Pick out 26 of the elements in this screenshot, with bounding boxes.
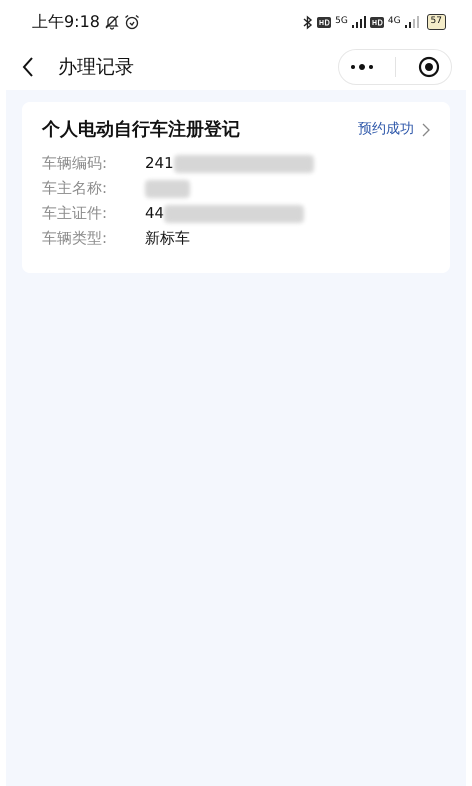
bluetooth-icon [303,14,314,30]
bell-off-icon [104,14,120,30]
field-value: 44 [145,203,164,224]
close-target-icon[interactable] [418,56,440,78]
alarm-clock-icon [124,14,140,30]
field-label: 车主证件: [42,203,108,224]
field-value: 241 [145,153,174,174]
signal-icon [404,16,419,28]
battery-indicator: 57 [426,14,446,30]
back-icon[interactable] [22,57,34,77]
more-icon[interactable] [350,63,374,71]
field-value: 新标车 [145,228,190,250]
network-label: 5G [335,15,348,28]
status-link[interactable]: 预约成功 [358,119,430,140]
record-title: 个人电动自行车注册登记 [42,118,240,142]
hd-icon [370,16,384,28]
network-label: 4G [388,15,401,28]
status-time: 上午9:18 [32,11,100,33]
chevron-right-icon [422,122,430,136]
field-label: 车主名称: [42,178,108,200]
page-title: 办理记录 [58,54,134,80]
field-label: 车辆编码: [42,153,108,174]
field-label: 车辆类型: [42,228,108,250]
hd-icon [317,16,332,28]
record-card[interactable]: 个人电动自行车注册登记 预约成功 车辆编码: 241 车主名称: 车主证件: 44 车辆类型: 新标车 [22,102,450,273]
signal-icon [352,16,366,28]
